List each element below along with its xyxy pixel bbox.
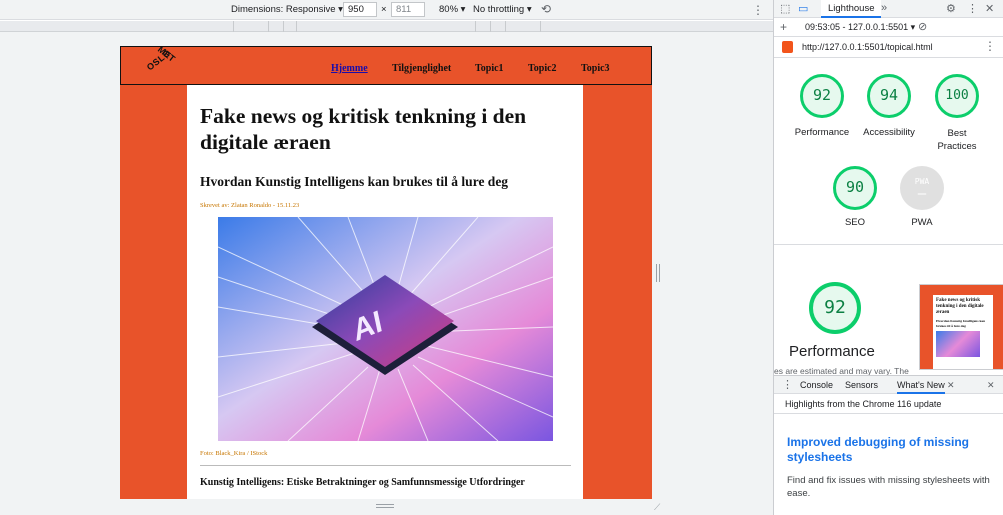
nav-topic3[interactable]: Topic3 xyxy=(581,63,610,74)
height-input[interactable]: 811 xyxy=(391,2,425,17)
report-selector-row: + 09:53:05 - 127.0.0.1:5501 ▾ ⊘ xyxy=(774,19,1003,37)
drawer-tab-sensors[interactable]: Sensors xyxy=(845,380,878,390)
thumb-subtitle: Hvordan Kunstig Intelligens kan brukes t… xyxy=(936,319,986,328)
report-url: http://127.0.0.1:5501/topical.html xyxy=(802,42,933,52)
drawer-close-icon[interactable]: ✕ xyxy=(987,380,995,391)
drawer-separator xyxy=(774,413,1003,414)
more-options-icon[interactable]: ⋮ xyxy=(752,3,764,17)
hero-image: AI xyxy=(218,217,553,441)
kebab-menu-icon[interactable]: ⋮ xyxy=(967,2,978,15)
drawer-tab-console[interactable]: Console xyxy=(800,380,833,390)
article: Fake news og kritisk tenkning i den digi… xyxy=(187,85,583,499)
thumb-image xyxy=(936,331,980,357)
divider xyxy=(200,465,571,466)
site-header: OSLO MET Hjemme Tilgjenglighet Topic1 To… xyxy=(120,46,652,85)
highlights-text: Highlights from the Chrome 116 update xyxy=(785,399,942,409)
gauge-seo-label: SEO xyxy=(844,217,866,228)
new-report-icon[interactable]: + xyxy=(780,20,787,34)
photo-credit: Foto: Black_Kira / IStock xyxy=(200,450,268,457)
nav-hjemme[interactable]: Hjemme xyxy=(331,63,368,74)
nav-topic2[interactable]: Topic2 xyxy=(528,63,557,74)
device-viewport: OSLO MET Hjemme Tilgjenglighet Topic1 To… xyxy=(0,32,773,515)
devtools-tabbar: ⬚ ▭ Lighthouse » ⚙ ⋮ ✕ xyxy=(774,0,1003,18)
width-input[interactable]: 950 xyxy=(343,2,377,17)
resize-handle-right[interactable] xyxy=(656,264,660,282)
news-item-body: Find and fix issues with missing stylesh… xyxy=(787,475,990,499)
report-dropdown[interactable]: 09:53:05 - 127.0.0.1:5501 ▾ xyxy=(805,22,915,33)
clear-icon[interactable]: ⊘ xyxy=(918,20,927,33)
inspect-icon[interactable]: ⬚ xyxy=(780,2,790,15)
drawer-tab-whats-new[interactable]: What's New xyxy=(897,380,945,394)
section-heading: Kunstig Intelligens: Etiske Betraktninge… xyxy=(200,477,525,488)
devtools-panel: ⬚ ▭ Lighthouse » ⚙ ⋮ ✕ + 09:53:05 - 127.… xyxy=(773,0,1003,515)
settings-gear-icon[interactable]: ⚙ xyxy=(946,2,956,15)
rotate-icon[interactable]: ⟲ xyxy=(541,2,551,16)
media-query-ruler xyxy=(0,21,773,32)
performance-heading: Performance xyxy=(789,343,875,360)
gauge-accessibility-label: Accessibility xyxy=(863,127,915,138)
throttling-dropdown[interactable]: No throttling ▾ xyxy=(473,4,532,15)
times-label: × xyxy=(381,4,387,15)
page-screenshot-thumbnail[interactable]: Fake news og kritisk tenkning i den digi… xyxy=(919,284,1003,370)
article-subtitle: Hvordan Kunstig Intelligens kan brukes t… xyxy=(200,174,509,189)
pwa-dash-icon: — xyxy=(917,186,927,202)
news-item-title[interactable]: Improved debugging of missing stylesheet… xyxy=(787,435,992,465)
gauge-accessibility[interactable]: 94 xyxy=(867,74,911,118)
gauge-pwa-label: PWA xyxy=(911,217,933,228)
pwa-icon-text: PWA xyxy=(914,177,930,186)
report-url-row: http://127.0.0.1:5501/topical.html ⋮ xyxy=(774,37,1003,58)
gauge-seo[interactable]: 90 xyxy=(833,166,877,210)
gauge-performance[interactable]: 92 xyxy=(800,74,844,118)
resize-handle-bottom[interactable] xyxy=(376,504,394,508)
close-devtools-icon[interactable]: ✕ xyxy=(985,2,994,15)
nav-topic1[interactable]: Topic1 xyxy=(475,63,504,74)
article-title: Fake news og kritisk tenkning i den digi… xyxy=(200,104,527,154)
section-separator xyxy=(774,244,1003,245)
whats-new-tab-close-icon[interactable]: ✕ xyxy=(947,380,955,391)
drawer-tabbar: ⋮ Console Sensors What's New ✕ ✕ xyxy=(774,375,1003,394)
device-toolbar: Dimensions: Responsive ▾ 950 × 811 80% ▾… xyxy=(0,0,773,20)
byline: Skrevet av: Zlatan Ronaldo - 15.11.23 xyxy=(200,202,300,209)
gauge-best-practices-label: Best Practices xyxy=(937,128,977,152)
gauge-performance-label: Performance xyxy=(794,127,850,138)
thumb-title: Fake news og kritisk tenkning i den digi… xyxy=(936,298,984,315)
zoom-dropdown[interactable]: 80% ▾ xyxy=(439,4,465,15)
lighthouse-logo-icon xyxy=(782,41,793,53)
web-page: OSLO MET Hjemme Tilgjenglighet Topic1 To… xyxy=(120,46,652,499)
device-toggle-icon[interactable]: ▭ xyxy=(798,2,808,15)
nav-tilgjenglighet[interactable]: Tilgjenglighet xyxy=(392,63,451,74)
dimensions-dropdown[interactable]: Dimensions: Responsive ▾ xyxy=(231,4,343,15)
performance-big-gauge: 92 xyxy=(809,282,861,334)
gauge-best-practices[interactable]: 100 xyxy=(935,74,979,118)
gauge-pwa[interactable]: PWA — xyxy=(900,166,944,210)
more-tabs-icon[interactable]: » xyxy=(881,2,887,14)
drawer-menu-icon[interactable]: ⋮ xyxy=(782,378,793,391)
tab-lighthouse[interactable]: Lighthouse xyxy=(821,0,882,18)
resize-corner-icon[interactable]: ⟋ xyxy=(654,502,660,513)
report-menu-icon[interactable]: ⋮ xyxy=(984,39,996,53)
